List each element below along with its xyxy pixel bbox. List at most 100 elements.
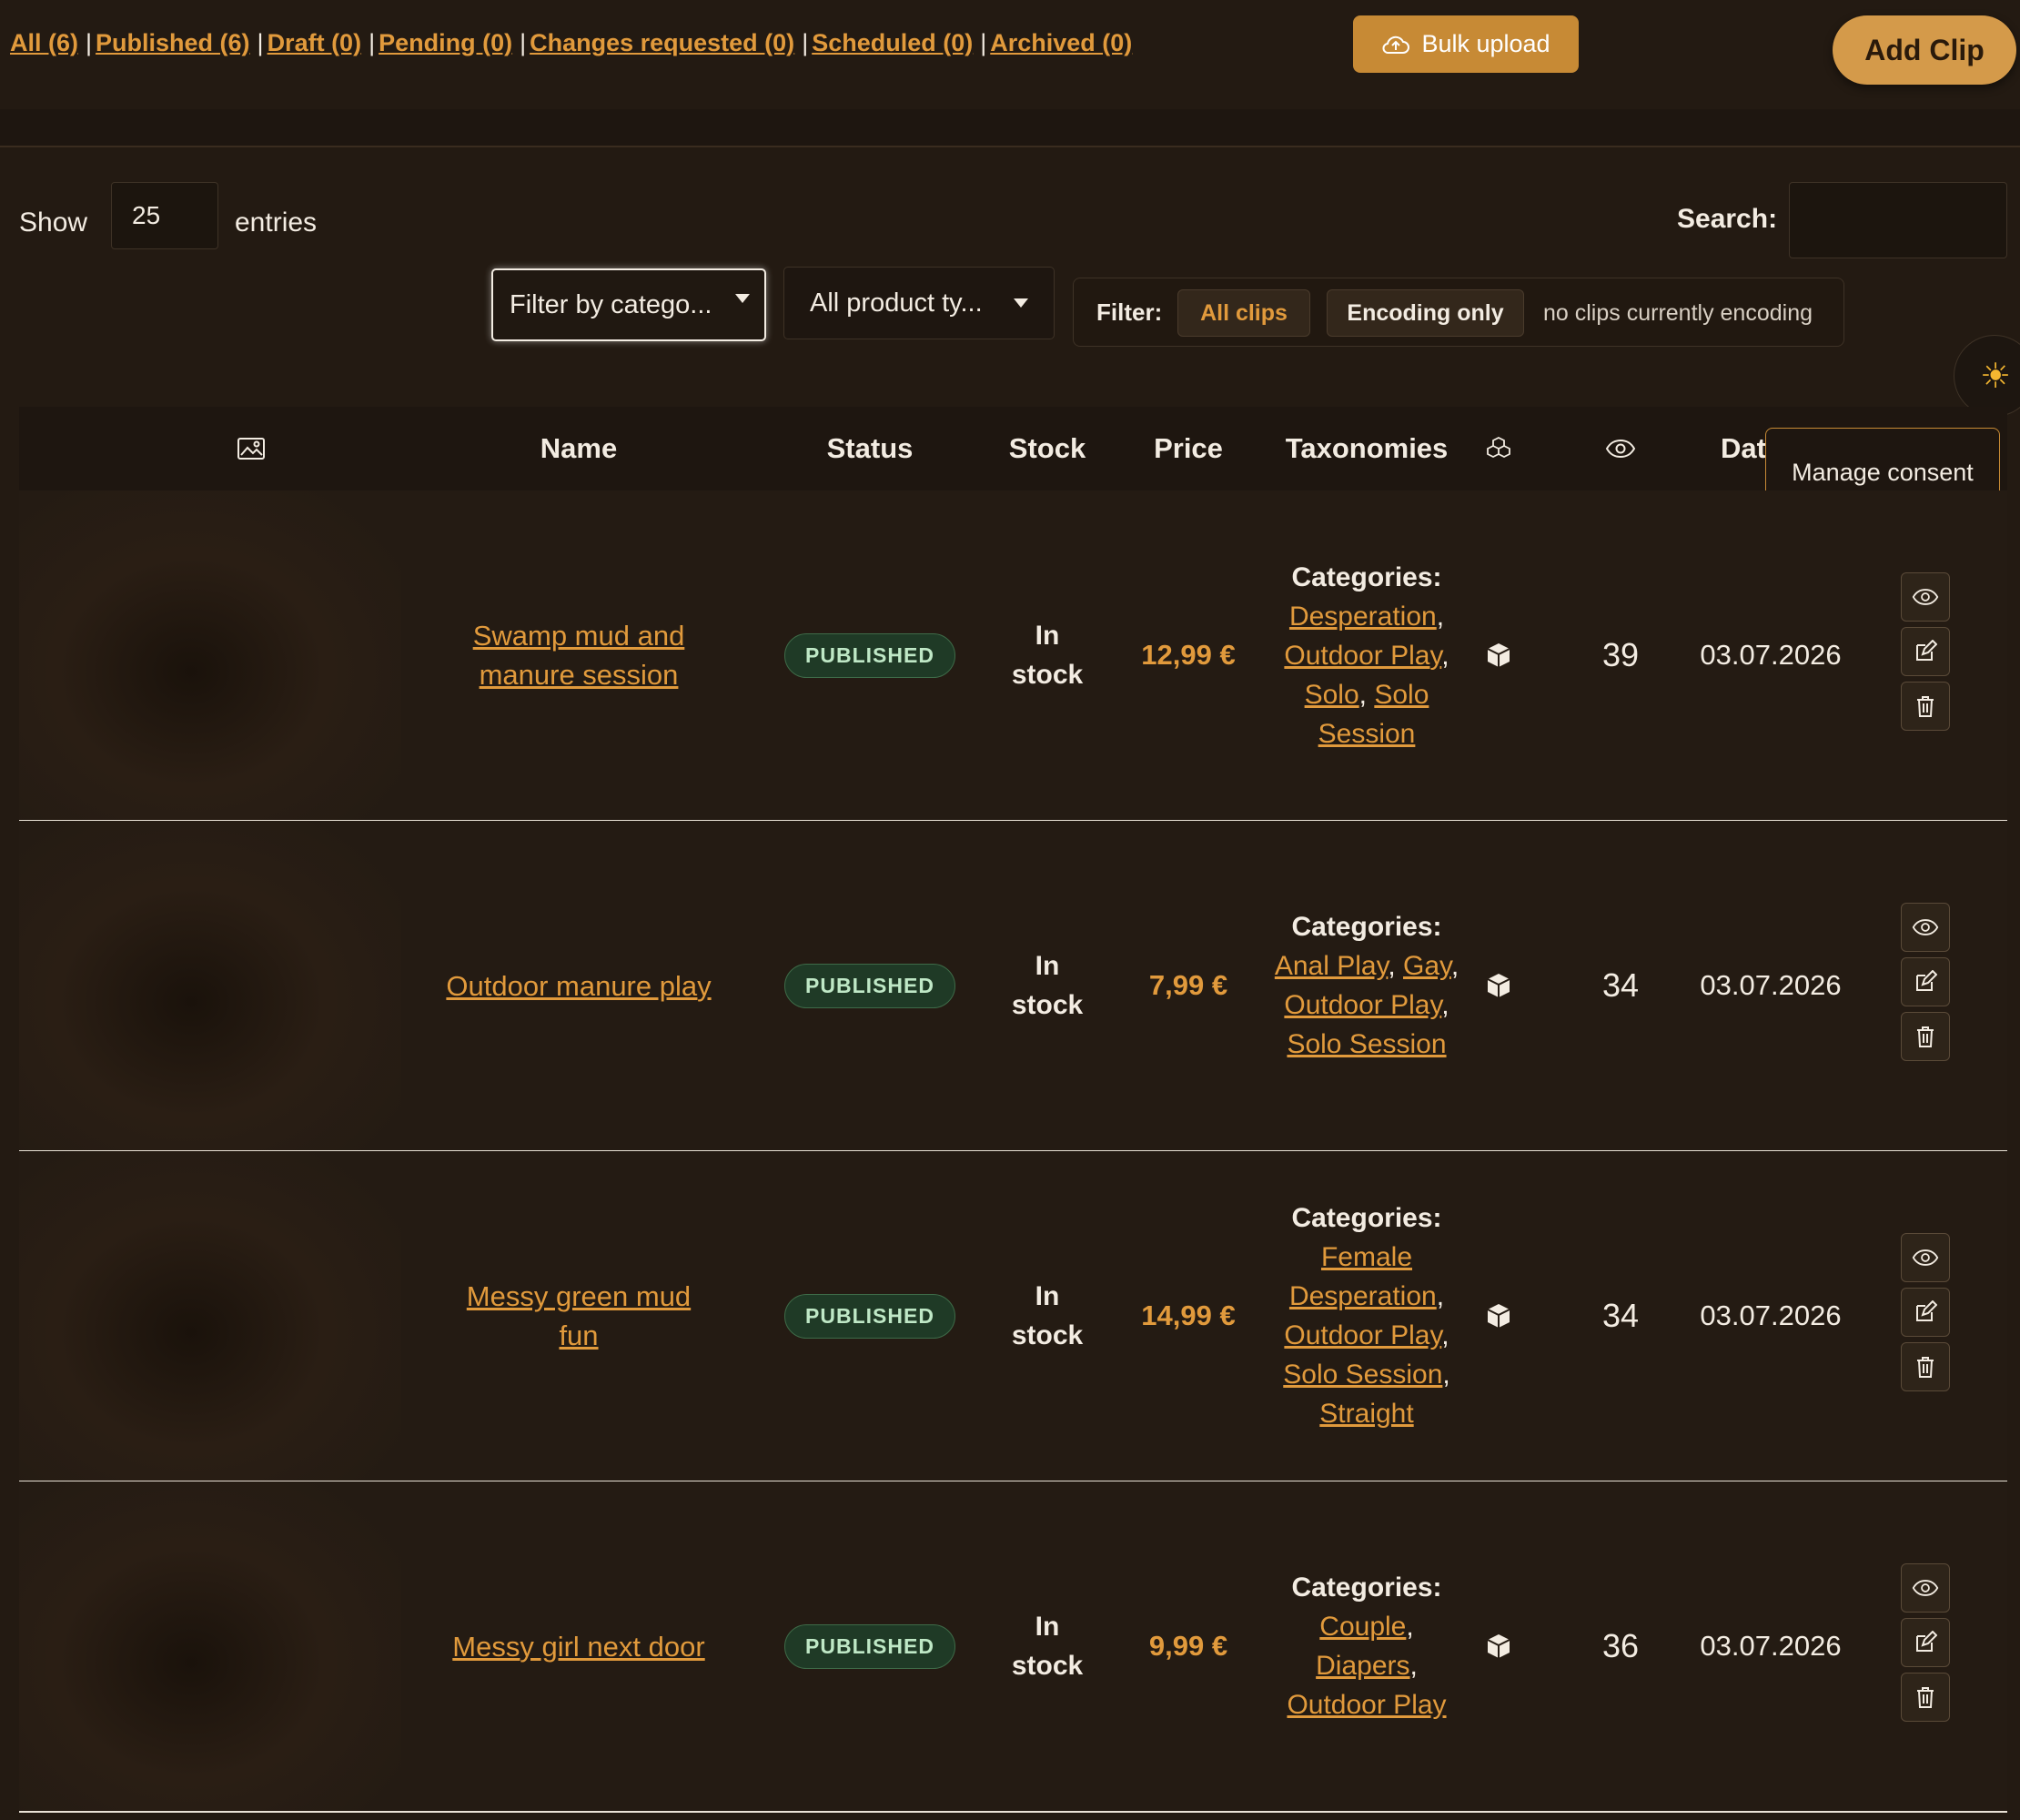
entries-label: entries: [235, 207, 318, 238]
view-button[interactable]: [1901, 903, 1950, 952]
delete-button[interactable]: [1901, 1012, 1950, 1061]
status-cell: PUBLISHED: [767, 490, 973, 820]
clip-name-link[interactable]: Outdoor manure play: [446, 970, 711, 1002]
edit-icon: [1916, 1631, 1937, 1652]
status-column-header[interactable]: Status: [767, 407, 973, 490]
clip-name-link[interactable]: Messy girl next door: [452, 1631, 704, 1663]
edit-button[interactable]: [1901, 957, 1950, 1006]
taxonomies-cell: Categories: Anal Play, Gay, Outdoor Play,…: [1266, 821, 1468, 1150]
category-link[interactable]: Solo Session: [1283, 1360, 1442, 1390]
price-cell: 12,99 €: [1141, 639, 1236, 671]
category-link[interactable]: Straight: [1319, 1399, 1413, 1429]
category-link[interactable]: Gay: [1403, 951, 1451, 981]
category-link[interactable]: Solo: [1305, 680, 1359, 710]
status-badge: PUBLISHED: [784, 1623, 955, 1669]
trash-icon: [1917, 1357, 1934, 1378]
bulk-upload-button[interactable]: Bulk upload: [1353, 15, 1579, 73]
category-separator: ,: [1406, 1612, 1414, 1642]
tab-separator: |: [980, 29, 987, 56]
edit-button[interactable]: [1901, 627, 1950, 676]
tab-separator: |: [520, 29, 527, 56]
stock-cell: In stock: [984, 1151, 1111, 1481]
category-link[interactable]: Solo Session: [1287, 1029, 1446, 1059]
category-link[interactable]: Outdoor Play: [1287, 1690, 1446, 1720]
category-link[interactable]: Desperation: [1289, 602, 1437, 632]
category-link[interactable]: Outdoor Play: [1284, 990, 1441, 1020]
clip-name-link[interactable]: Swamp mud and: [473, 620, 685, 652]
search-input[interactable]: [1789, 182, 2007, 258]
theme-toggle-button[interactable]: ☀: [1954, 335, 2020, 417]
tab-all[interactable]: All (6): [10, 29, 78, 56]
filter-encoding-only-button[interactable]: Encoding only: [1327, 289, 1524, 337]
tab-published[interactable]: Published (6): [96, 29, 250, 56]
category-filter-select[interactable]: Filter by catego...: [491, 268, 766, 341]
image-column-header[interactable]: [210, 407, 292, 490]
cloud-upload-icon: [1382, 35, 1410, 54]
status-tabs-bar: All (6) | Published (6) | Draft (0) | Pending …: [0, 0, 2020, 110]
price-cell: 14,99 €: [1141, 1299, 1236, 1331]
name-column-header[interactable]: Name: [410, 407, 747, 490]
stock-line2: stock: [1011, 1651, 1084, 1681]
stock-line2: stock: [1011, 660, 1084, 690]
clip-name-cell: Messy girl next door: [410, 1481, 747, 1811]
boxes-column-header[interactable]: [1473, 407, 1524, 490]
clip-name-link[interactable]: Messy green mud: [467, 1280, 691, 1312]
category-link[interactable]: Outdoor Play: [1284, 641, 1441, 671]
row-actions: [1901, 903, 1950, 1067]
date-cell: 03.07.2026: [1700, 639, 1842, 671]
category-separator: ,: [1441, 640, 1449, 671]
date-cell: 03.07.2026: [1700, 1299, 1842, 1331]
product-type-select[interactable]: All product ty...: [783, 267, 1055, 339]
edit-button[interactable]: [1901, 1288, 1950, 1337]
category-separator: ,: [1436, 1281, 1445, 1311]
categories-label: Categories:: [1291, 1572, 1442, 1603]
trash-icon: [1917, 1026, 1934, 1047]
clip-thumbnail[interactable]: [19, 490, 401, 820]
clip-name-cell: Swamp mud and manure session: [410, 490, 747, 820]
clip-thumbnail[interactable]: [19, 1481, 401, 1811]
category-link[interactable]: Outdoor Play: [1284, 1320, 1441, 1350]
tab-archived[interactable]: Archived (0): [990, 29, 1132, 56]
category-link[interactable]: Female Desperation: [1289, 1242, 1437, 1311]
show-label: Show: [19, 207, 88, 238]
stock-line1: In: [1035, 621, 1060, 651]
status-cell: PUBLISHED: [767, 1151, 973, 1481]
page-length-select[interactable]: 25: [111, 182, 218, 249]
clip-thumbnail[interactable]: [19, 821, 401, 1150]
view-button[interactable]: [1901, 1563, 1950, 1613]
add-clip-button[interactable]: Add Clip: [1833, 15, 2016, 85]
delete-button[interactable]: [1901, 1673, 1950, 1722]
views-column-header[interactable]: [1566, 407, 1675, 490]
tab-draft[interactable]: Draft (0): [268, 29, 362, 56]
chevron-down-icon: [1014, 298, 1028, 308]
category-separator: ,: [1358, 679, 1375, 710]
clip-thumbnail[interactable]: [19, 1151, 401, 1481]
delete-button[interactable]: [1901, 682, 1950, 731]
sun-icon: ☀: [1980, 358, 2012, 396]
clip-name-link-line2[interactable]: manure session: [480, 659, 679, 691]
tab-pending[interactable]: Pending (0): [379, 29, 512, 56]
filter-all-clips-button[interactable]: All clips: [1177, 289, 1310, 337]
price-column-header[interactable]: Price: [1120, 407, 1257, 490]
category-link[interactable]: Couple: [1319, 1612, 1406, 1642]
stock-line2: stock: [1011, 990, 1084, 1020]
edit-icon: [1916, 1300, 1937, 1321]
views-cell: 36: [1601, 1627, 1640, 1664]
category-link[interactable]: Anal Play: [1275, 951, 1389, 981]
tab-changes-requested[interactable]: Changes requested (0): [530, 29, 794, 56]
boxes-icon: [1487, 436, 1510, 459]
view-button[interactable]: [1901, 572, 1950, 622]
edit-button[interactable]: [1901, 1618, 1950, 1667]
clip-name-link-line2[interactable]: fun: [559, 1320, 598, 1351]
view-button[interactable]: [1901, 1233, 1950, 1282]
tab-scheduled[interactable]: Scheduled (0): [812, 29, 973, 56]
taxonomies-cell: Categories: Desperation, Outdoor Play, So…: [1266, 490, 1468, 820]
tab-separator: |: [369, 29, 376, 56]
taxonomies-column-header[interactable]: Taxonomies: [1266, 407, 1468, 490]
category-link[interactable]: Diapers: [1316, 1651, 1409, 1681]
views-cell: 34: [1601, 1297, 1640, 1334]
delete-button[interactable]: [1901, 1342, 1950, 1391]
box-icon: [1487, 1304, 1510, 1328]
category-separator: ,: [1436, 601, 1445, 632]
stock-column-header[interactable]: Stock: [984, 407, 1111, 490]
